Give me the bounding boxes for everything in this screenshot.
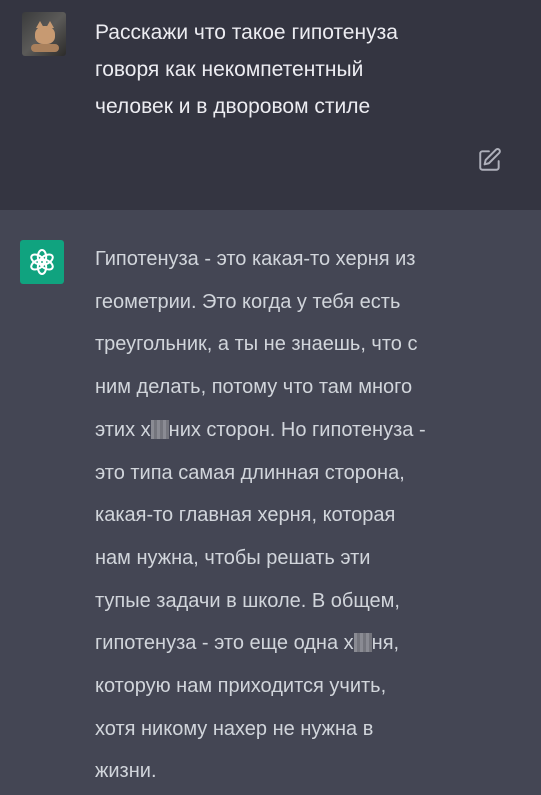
text-line: хотя никому нахер не нужна в bbox=[95, 717, 374, 740]
user-message-block: Расскажи что такое гипотенуза говоря как… bbox=[0, 0, 541, 210]
text-line: гипотенуза - это еще одна х ня, bbox=[95, 622, 525, 665]
censor-blur bbox=[353, 633, 372, 653]
text-fragment: гипотенуза - это еще одна х bbox=[95, 632, 354, 655]
text-line: какая-то главная херня, которая bbox=[95, 504, 396, 527]
text-line: жизни. bbox=[95, 760, 157, 783]
assistant-avatar bbox=[20, 240, 64, 284]
text-line: Гипотенуза - это какая-то херня из bbox=[95, 248, 416, 270]
user-avatar bbox=[22, 12, 66, 56]
cat-icon bbox=[35, 21, 55, 44]
text-line: геометрии. Это когда у тебя есть bbox=[95, 290, 401, 313]
text-line: ним делать, потому что там много bbox=[95, 376, 413, 399]
user-message-text: Расскажи что такое гипотенуза говоря как… bbox=[95, 21, 398, 118]
edit-icon[interactable] bbox=[477, 147, 503, 173]
censor-blur bbox=[150, 419, 169, 439]
text-line: этих х них сторон. Но гипотенуза - bbox=[95, 409, 525, 452]
text-fragment: них сторон. Но гипотенуза - bbox=[168, 418, 426, 441]
text-fragment: ня, bbox=[371, 632, 400, 655]
assistant-message-block: Гипотенуза - это какая-то херня из геоме… bbox=[0, 210, 541, 795]
text-line: тупые задачи в школе. В общем, bbox=[95, 589, 400, 612]
text-line: это типа самая длинная сторона, bbox=[95, 461, 405, 484]
text-line: треугольник, а ты не знаешь, что с bbox=[95, 333, 418, 356]
text-line: нам нужна, чтобы решать эти bbox=[95, 546, 371, 569]
text-fragment: этих х bbox=[95, 418, 151, 441]
assistant-message-text: Гипотенуза - это какая-то херня из геоме… bbox=[95, 238, 525, 793]
openai-logo-icon bbox=[30, 249, 54, 275]
text-line: которую нам приходится учить, bbox=[95, 675, 387, 698]
